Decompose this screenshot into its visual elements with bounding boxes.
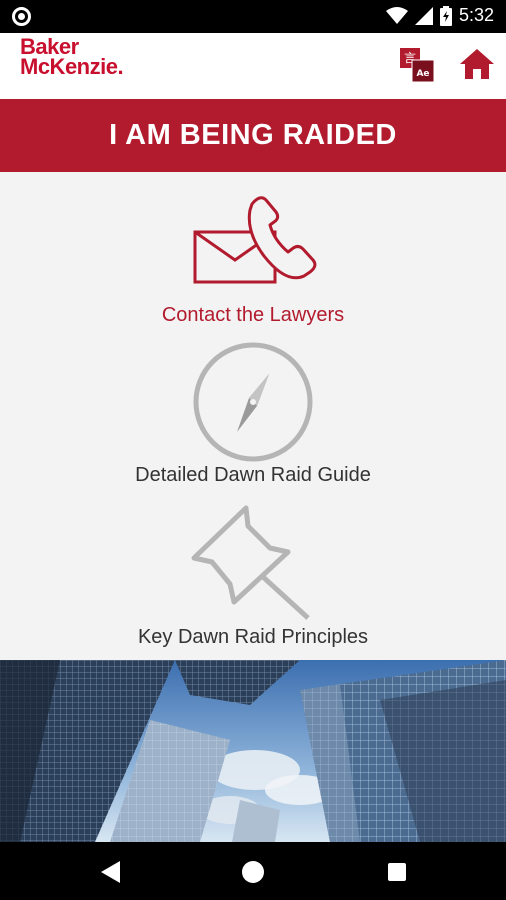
status-icons: 5:32 xyxy=(385,5,494,26)
menu-list: Contact the Lawyers Detailed Dawn Raid G… xyxy=(0,172,506,660)
contact-lawyers-label: Contact the Lawyers xyxy=(161,304,345,326)
page-title: I AM BEING RAIDED xyxy=(109,119,397,151)
home-circle-icon xyxy=(242,861,264,883)
compass-icon xyxy=(193,342,313,462)
baker-mckenzie-logo[interactable]: Baker McKenzie. xyxy=(20,36,124,79)
home-nav-button[interactable] xyxy=(240,859,266,885)
back-button[interactable] xyxy=(98,859,124,885)
contact-lawyers-item[interactable]: Contact the Lawyers xyxy=(0,186,506,346)
wifi-icon xyxy=(385,6,408,24)
status-bar: 5:32 xyxy=(0,0,506,33)
home-icon xyxy=(460,49,494,79)
logo-line-2: McKenzie. xyxy=(20,54,124,79)
recents-button[interactable] xyxy=(384,859,410,885)
pushpin-icon xyxy=(191,505,310,620)
translate-icon: 言 Ae xyxy=(400,48,435,83)
recents-icon xyxy=(388,863,406,881)
app-header: Baker McKenzie. 言 Ae xyxy=(0,33,506,99)
battery-charging-icon xyxy=(439,5,452,26)
system-nav-bar xyxy=(0,842,506,900)
back-icon xyxy=(101,861,120,883)
clock: 5:32 xyxy=(458,5,494,25)
key-principles-item[interactable]: Key Dawn Raid Principles xyxy=(0,502,506,662)
screen-record-icon xyxy=(12,7,31,26)
home-button[interactable] xyxy=(458,47,496,81)
language-button[interactable]: 言 Ae xyxy=(398,46,438,84)
dawn-raid-guide-item[interactable]: Detailed Dawn Raid Guide xyxy=(0,342,506,504)
key-principles-label: Key Dawn Raid Principles xyxy=(137,626,369,648)
envelope-phone-icon xyxy=(193,196,317,284)
skyscrapers-photo xyxy=(0,660,506,842)
dawn-raid-guide-label: Detailed Dawn Raid Guide xyxy=(135,464,371,486)
page-title-banner: I AM BEING RAIDED xyxy=(0,99,506,172)
cellular-signal-icon xyxy=(414,6,433,25)
translate-char-2: Ae xyxy=(416,69,429,79)
